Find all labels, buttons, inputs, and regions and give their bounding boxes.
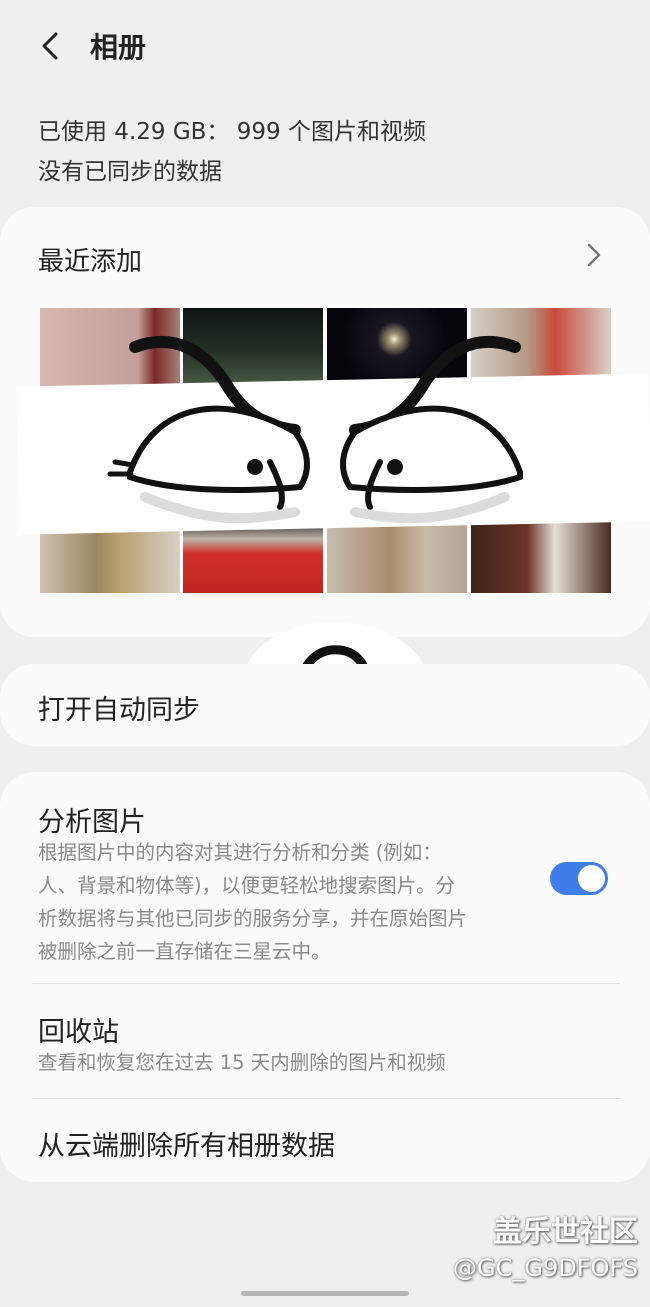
usage-line: 已使用 4.29 GB： 999 个图片和视频 xyxy=(38,119,426,145)
settings-card: 分析图片 根据图片中的内容对其进行分析和分类 (例如： 人、背景和物体等)，以便… xyxy=(0,772,650,1182)
auto-sync-label: 打开自动同步 xyxy=(38,695,200,726)
divider xyxy=(32,983,620,984)
home-indicator xyxy=(241,1291,409,1296)
divider xyxy=(32,1098,620,1099)
delete-cloud-data-item[interactable]: 从云端删除所有相册数据 xyxy=(38,1124,335,1163)
watermark-title: 盖乐世社区 xyxy=(492,1214,638,1248)
angry-eyes-sticker xyxy=(107,336,523,524)
sync-status-line: 没有已同步的数据 xyxy=(38,159,222,185)
page-title: 相册 xyxy=(90,31,147,64)
desc-line: 被删除之前一直存储在三星云中。 xyxy=(38,940,331,963)
top-bar: 相册 xyxy=(0,0,650,95)
desc-line: 根据图片中的内容对其进行分析和分类 (例如： xyxy=(38,841,442,864)
recent-label: 最近添加 xyxy=(38,247,143,277)
auto-sync-item[interactable]: 打开自动同步 xyxy=(0,664,650,746)
watermark-handle: @GC_G9DFOFS xyxy=(452,1254,638,1282)
trash-title: 回收站 xyxy=(38,1017,119,1048)
trash-description: 查看和恢复您在过去 15 天内删除的图片和视频 xyxy=(38,1051,446,1074)
desc-line: 人、背景和物体等)，以便更轻松地搜索图片。分 xyxy=(38,874,456,897)
back-button[interactable] xyxy=(30,22,70,70)
toggle-knob xyxy=(578,865,605,892)
chevron-left-icon xyxy=(42,32,58,60)
chevron-right-icon[interactable] xyxy=(586,242,602,268)
storage-usage: 已使用 4.29 GB： 999 个图片和视频 没有已同步的数据 xyxy=(38,112,426,192)
analyze-description: 根据图片中的内容对其进行分析和分类 (例如： 人、背景和物体等)，以便更轻松地搜… xyxy=(38,836,467,968)
desc-line: 析数据将与其他已同步的服务分享，并在原始图片 xyxy=(38,907,468,930)
analyze-title: 分析图片 xyxy=(38,807,146,838)
analyze-toggle[interactable] xyxy=(550,862,608,895)
